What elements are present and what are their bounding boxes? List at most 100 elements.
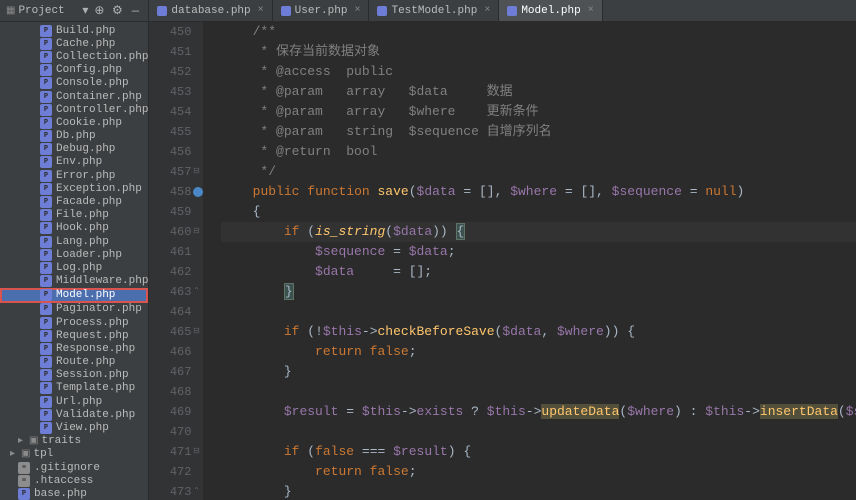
tree-file-env-php[interactable]: PEnv.php — [0, 156, 148, 169]
code-line[interactable]: if (!$this->checkBeforeSave($data, $wher… — [221, 322, 856, 342]
tree-file-view-php[interactable]: PView.php — [0, 421, 148, 434]
tree-file-error-php[interactable]: PError.php — [0, 169, 148, 182]
tree-file-response-php[interactable]: PResponse.php — [0, 342, 148, 355]
tree-folder-tpl[interactable]: ▸ ▣tpl — [0, 448, 148, 461]
line-number[interactable]: 455 — [149, 122, 191, 142]
tree-file-file-php[interactable]: PFile.php — [0, 209, 148, 222]
tree-file-container-php[interactable]: PContainer.php — [0, 90, 148, 103]
code-line[interactable]: * @return bool — [221, 142, 856, 162]
code-line[interactable]: * @param array $where 更新条件 — [221, 102, 856, 122]
code-line[interactable]: */ — [221, 162, 856, 182]
tab-database-php[interactable]: database.php× — [149, 0, 272, 21]
close-icon[interactable]: × — [588, 5, 594, 16]
code-line[interactable]: if (false === $result) { — [221, 442, 856, 462]
line-number[interactable]: 452 — [149, 62, 191, 82]
line-number[interactable]: 450 — [149, 22, 191, 42]
fold-end-icon[interactable]: ⌃ — [191, 487, 201, 497]
tree-file-config-php[interactable]: PConfig.php — [0, 64, 148, 77]
tree-file-base-php[interactable]: Pbase.php — [0, 487, 148, 500]
tree-file-build-php[interactable]: PBuild.php — [0, 24, 148, 37]
fold-icon[interactable]: ⊟ — [191, 167, 201, 177]
code-line[interactable]: * @param string $sequence 自增序列名 — [221, 122, 856, 142]
tree-file-db-php[interactable]: PDb.php — [0, 130, 148, 143]
code-line[interactable]: } — [221, 482, 856, 500]
line-number[interactable]: 473⌃ — [149, 482, 191, 500]
code-line[interactable]: * 保存当前数据对象 — [221, 42, 856, 62]
tree-file-cookie-php[interactable]: PCookie.php — [0, 116, 148, 129]
line-number[interactable]: 453 — [149, 82, 191, 102]
tree-file-validate-php[interactable]: PValidate.php — [0, 408, 148, 421]
fold-icon[interactable]: ⊟ — [191, 327, 201, 337]
fold-icon[interactable]: ⊟ — [191, 227, 201, 237]
tab-model-php[interactable]: Model.php× — [499, 0, 602, 21]
code-line[interactable]: { — [221, 202, 856, 222]
tree-file-debug-php[interactable]: PDebug.php — [0, 143, 148, 156]
line-number[interactable]: 472 — [149, 462, 191, 482]
code-line[interactable]: } — [221, 282, 856, 302]
line-number[interactable]: 454 — [149, 102, 191, 122]
line-number[interactable]: 465⊟ — [149, 322, 191, 342]
tree-file-model-php[interactable]: PModel.php — [0, 288, 148, 303]
code-line[interactable]: return false; — [221, 462, 856, 482]
code-line[interactable]: $result = $this->exists ? $this->updateD… — [221, 402, 856, 422]
dropdown-icon[interactable]: ▾ — [78, 4, 92, 18]
line-number[interactable]: 462 — [149, 262, 191, 282]
collapse-icon[interactable]: ⊕ — [92, 4, 106, 18]
tree-file-console-php[interactable]: PConsole.php — [0, 77, 148, 90]
fold-icon[interactable]: ⊟ — [191, 447, 201, 457]
tab-testmodel-php[interactable]: TestModel.php× — [369, 0, 499, 21]
tree-file--htaccess[interactable]: ≡.htaccess — [0, 474, 148, 487]
line-number[interactable]: 451 — [149, 42, 191, 62]
line-number[interactable]: 469 — [149, 402, 191, 422]
code-line[interactable] — [221, 422, 856, 442]
tree-file-process-php[interactable]: PProcess.php — [0, 316, 148, 329]
line-number[interactable]: 470 — [149, 422, 191, 442]
tree-file-log-php[interactable]: PLog.php — [0, 261, 148, 274]
tree-folder-traits[interactable]: ▸ ▣traits — [0, 435, 148, 448]
code-line[interactable]: } — [221, 362, 856, 382]
line-number[interactable]: 468 — [149, 382, 191, 402]
code-line[interactable]: * @access public — [221, 62, 856, 82]
tree-file-facade-php[interactable]: PFacade.php — [0, 195, 148, 208]
line-number[interactable]: 463⌃ — [149, 282, 191, 302]
line-number[interactable]: 459 — [149, 202, 191, 222]
settings-icon[interactable]: ⚙ — [110, 4, 124, 18]
line-number[interactable]: 467 — [149, 362, 191, 382]
hide-icon[interactable]: — — [128, 4, 142, 18]
code-line[interactable]: $data = []; — [221, 262, 856, 282]
line-number[interactable]: 460⊟ — [149, 222, 191, 242]
close-icon[interactable]: × — [484, 5, 490, 16]
tree-file-cache-php[interactable]: PCache.php — [0, 37, 148, 50]
tree-file--gitignore[interactable]: ≡.gitignore — [0, 461, 148, 474]
tree-file-collection-php[interactable]: PCollection.php — [0, 50, 148, 63]
line-number[interactable]: 456 — [149, 142, 191, 162]
code-line[interactable]: $sequence = $data; — [221, 242, 856, 262]
code-area[interactable]: /** * 保存当前数据对象 * @access public * @param… — [203, 22, 856, 500]
tree-file-template-php[interactable]: PTemplate.php — [0, 382, 148, 395]
code-line[interactable]: public function save($data = [], $where … — [221, 182, 856, 202]
tree-file-controller-php[interactable]: PController.php — [0, 103, 148, 116]
tree-file-middleware-php[interactable]: PMiddleware.php — [0, 275, 148, 288]
code-line[interactable]: * @param array $data 数据 — [221, 82, 856, 102]
tree-file-paginator-php[interactable]: PPaginator.php — [0, 303, 148, 316]
line-number[interactable]: 457⊟ — [149, 162, 191, 182]
line-number[interactable]: 458 — [149, 182, 191, 202]
tree-file-session-php[interactable]: PSession.php — [0, 369, 148, 382]
code-line[interactable]: /** — [221, 22, 856, 42]
tree-file-url-php[interactable]: PUrl.php — [0, 395, 148, 408]
tree-file-request-php[interactable]: PRequest.php — [0, 329, 148, 342]
tree-file-hook-php[interactable]: PHook.php — [0, 222, 148, 235]
close-icon[interactable]: × — [354, 5, 360, 16]
line-number[interactable]: 466 — [149, 342, 191, 362]
code-line[interactable] — [221, 382, 856, 402]
line-number[interactable]: 464 — [149, 302, 191, 322]
tree-file-exception-php[interactable]: PException.php — [0, 182, 148, 195]
tree-file-loader-php[interactable]: PLoader.php — [0, 248, 148, 261]
code-line[interactable]: return false; — [221, 342, 856, 362]
code-line[interactable] — [221, 302, 856, 322]
tree-file-lang-php[interactable]: PLang.php — [0, 235, 148, 248]
code-line[interactable]: if (is_string($data)) { — [221, 222, 856, 242]
fold-end-icon[interactable]: ⌃ — [191, 287, 201, 297]
override-icon[interactable] — [193, 187, 203, 197]
line-number[interactable]: 461 — [149, 242, 191, 262]
